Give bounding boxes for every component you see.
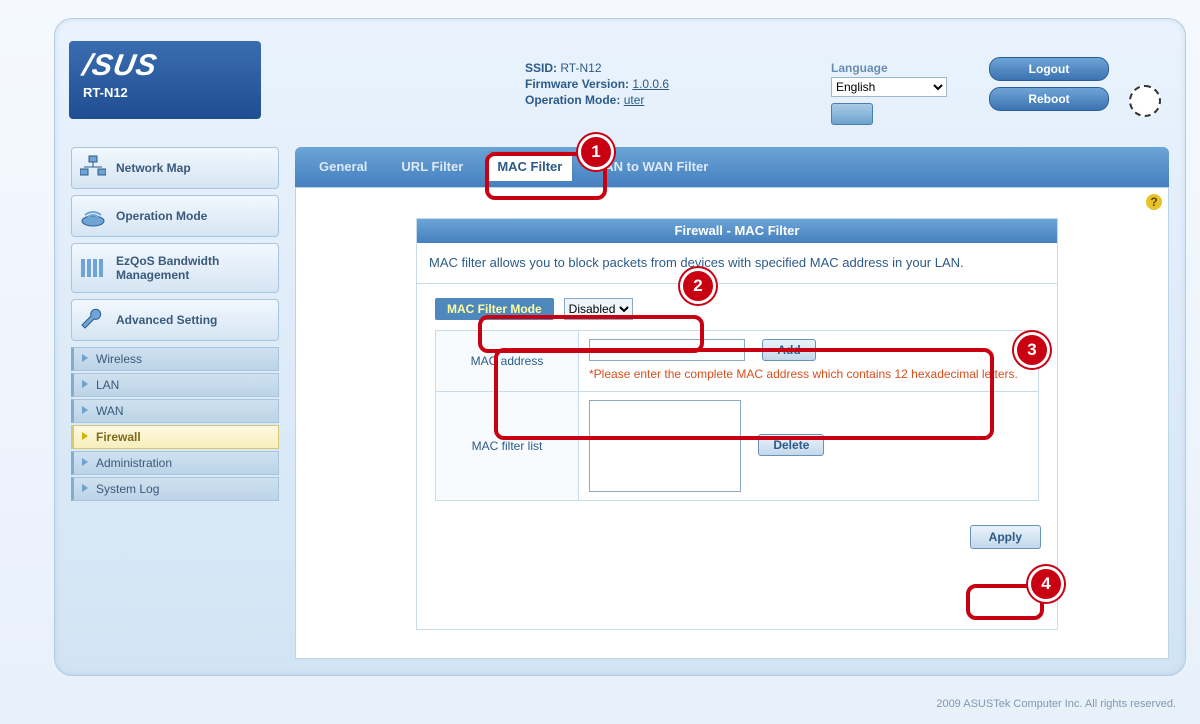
- firmware-label: Firmware Version:: [525, 77, 629, 91]
- sidebar-sub-label: WAN: [96, 404, 124, 418]
- callout-number-1: 1: [578, 134, 614, 170]
- device-info: SSID: RT-N12 Firmware Version: 1.0.0.6 O…: [525, 61, 785, 109]
- brand-logo: /SUS RT-N12: [69, 41, 261, 119]
- sidebar-sub-wan[interactable]: WAN: [71, 399, 279, 423]
- sidebar-sub-wireless[interactable]: Wireless: [71, 347, 279, 371]
- mode-label: MAC Filter Mode: [435, 298, 554, 320]
- help-icon[interactable]: ?: [1146, 194, 1162, 210]
- mac-warning: *Please enter the complete MAC address w…: [589, 365, 1028, 383]
- mac-list-label: MAC filter list: [436, 392, 579, 501]
- sidebar-item-label: Advanced Setting: [116, 313, 217, 327]
- callout-number-3: 3: [1014, 332, 1050, 368]
- ssid-value: RT-N12: [560, 61, 601, 75]
- opmode-link[interactable]: uter: [624, 93, 645, 107]
- sidebar-item-label: EzQoS Bandwidth Management: [116, 254, 270, 283]
- footer-copyright: 2009 ASUSTek Computer Inc. All rights re…: [936, 698, 1176, 710]
- tab-strip: General URL Filter MAC Filter LAN to WAN…: [295, 147, 1169, 187]
- apply-button[interactable]: Apply: [970, 525, 1041, 549]
- sidebar-sub-label: Administration: [96, 456, 172, 470]
- arrow-icon: [82, 380, 88, 388]
- sidebar-item-label: Network Map: [116, 161, 191, 175]
- wrench-icon: [80, 307, 106, 333]
- sidebar-sub-label: System Log: [96, 482, 159, 496]
- network-map-icon: [80, 155, 106, 181]
- arrow-icon: [82, 484, 88, 492]
- mac-filter-listbox[interactable]: [589, 400, 741, 492]
- sidebar-sub-label: LAN: [96, 378, 119, 392]
- arrow-icon: [82, 458, 88, 466]
- sidebar-item-ezqos[interactable]: EzQoS Bandwidth Management: [71, 243, 279, 293]
- bandwidth-icon: [80, 255, 106, 281]
- mascot-icon: [1129, 85, 1161, 117]
- panel-title: Firewall - MAC Filter: [417, 219, 1057, 243]
- callout-number-2: 2: [680, 268, 716, 304]
- sidebar-item-operation-mode[interactable]: Operation Mode: [71, 195, 279, 237]
- sidebar: Network Map Operation Mode EzQoS Bandwid…: [71, 147, 279, 503]
- sidebar-sub-lan[interactable]: LAN: [71, 373, 279, 397]
- sidebar-item-advanced[interactable]: Advanced Setting: [71, 299, 279, 341]
- opmode-label: Operation Mode:: [525, 93, 620, 107]
- arrow-icon: [82, 354, 88, 362]
- reboot-button[interactable]: Reboot: [989, 87, 1109, 111]
- firmware-link[interactable]: 1.0.0.6: [632, 77, 669, 91]
- router-icon: [80, 203, 106, 229]
- callout-number-4: 4: [1028, 566, 1064, 602]
- mac-filter-mode-select[interactable]: Disabled: [564, 298, 633, 320]
- add-button[interactable]: Add: [762, 339, 815, 361]
- mac-address-label: MAC address: [436, 330, 579, 392]
- sidebar-sub-label: Wireless: [96, 352, 142, 366]
- probe-button[interactable]: [831, 103, 873, 125]
- language-label: Language: [831, 61, 961, 75]
- mac-address-input[interactable]: [589, 339, 745, 361]
- sidebar-item-label: Operation Mode: [116, 209, 207, 223]
- ssid-label: SSID:: [525, 61, 557, 75]
- sidebar-item-network-map[interactable]: Network Map: [71, 147, 279, 189]
- tab-general[interactable]: General: [309, 153, 377, 181]
- tab-mac-filter[interactable]: MAC Filter: [487, 153, 572, 181]
- sidebar-sub-firewall[interactable]: Firewall: [71, 425, 279, 449]
- sidebar-sub-systemlog[interactable]: System Log: [71, 477, 279, 501]
- language-select[interactable]: English: [831, 77, 947, 97]
- brand-name: /SUS: [80, 49, 250, 83]
- delete-button[interactable]: Delete: [758, 434, 824, 456]
- panel-description: MAC filter allows you to block packets f…: [417, 243, 1057, 284]
- model-name: RT-N12: [83, 85, 247, 100]
- sidebar-sub-administration[interactable]: Administration: [71, 451, 279, 475]
- logout-button[interactable]: Logout: [989, 57, 1109, 81]
- tab-url-filter[interactable]: URL Filter: [391, 153, 473, 181]
- arrow-icon: [82, 406, 88, 414]
- arrow-icon: [82, 432, 88, 440]
- sidebar-sub-label: Firewall: [96, 430, 141, 444]
